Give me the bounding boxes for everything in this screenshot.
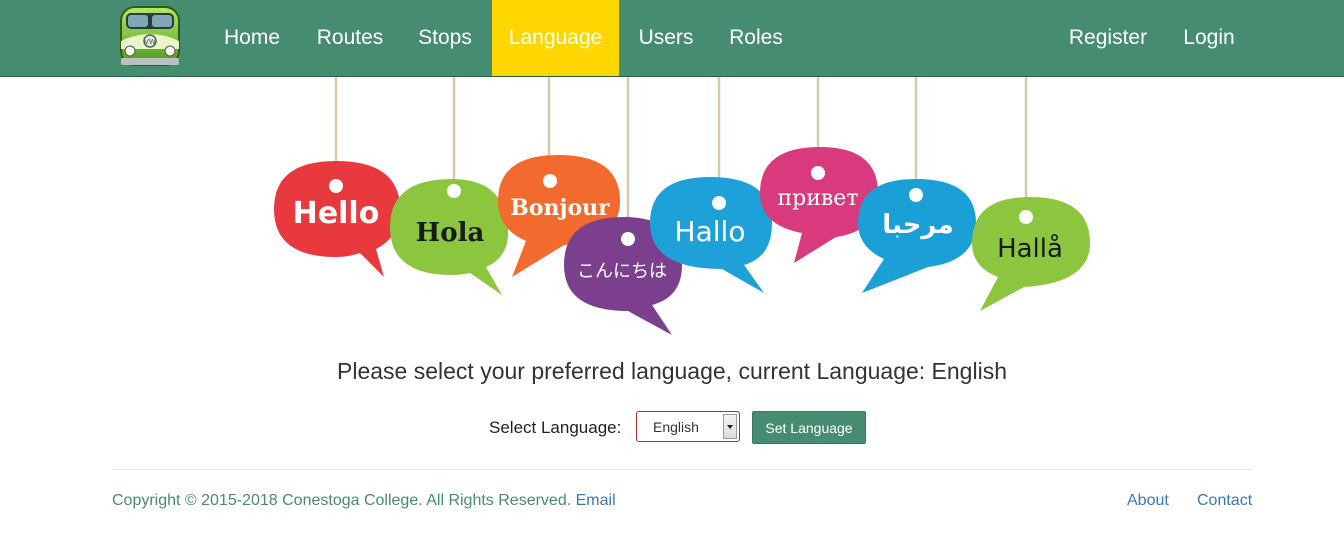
vw-bus-logo-icon[interactable]: VW	[116, 3, 184, 71]
about-link[interactable]: About	[1127, 492, 1169, 510]
footer-copyright: Copyright © 2015-2018 Conestoga College.…	[112, 492, 616, 510]
bubble-hola: Hola	[390, 179, 509, 295]
navbar: VW Home Routes Stops Language Users Role…	[0, 0, 1344, 77]
nav-home[interactable]: Home	[208, 0, 296, 76]
svg-text:مرحبا: مرحبا	[882, 210, 953, 240]
nav-login[interactable]: Login	[1168, 0, 1250, 76]
language-select[interactable]: English	[636, 411, 740, 442]
nav-roles[interactable]: Roles	[714, 0, 798, 76]
copyright-text: Copyright © 2015-2018 Conestoga College.…	[112, 492, 576, 509]
language-select-value: English	[653, 419, 699, 435]
bubble-hello: Hello	[274, 161, 400, 277]
nav-language[interactable]: Language	[492, 0, 619, 76]
bubble-privet: привет	[760, 147, 878, 263]
bubble-marhaba: مرحبا	[858, 179, 976, 293]
bubble-halla: Hallå	[972, 197, 1090, 311]
language-banner-image: Hello Hola Bonjour こんにちは Hallo привет مر…	[274, 77, 1090, 335]
nav-users[interactable]: Users	[624, 0, 708, 76]
svg-text:Hallo: Hallo	[675, 215, 746, 248]
email-link[interactable]: Email	[576, 492, 616, 509]
select-language-label: Select Language:	[489, 418, 622, 437]
footer-divider	[112, 469, 1252, 470]
svg-text:Hola: Hola	[416, 218, 485, 248]
svg-text:Bonjour: Bonjour	[510, 195, 610, 221]
svg-text:Hallå: Hallå	[997, 233, 1063, 264]
dropdown-arrow-icon[interactable]	[723, 414, 737, 439]
svg-text:привет: привет	[778, 186, 859, 211]
svg-text:VW: VW	[144, 38, 156, 46]
contact-link[interactable]: Contact	[1197, 492, 1252, 510]
language-prompt: Please select your preferred language, c…	[337, 358, 1007, 384]
svg-text:こんにちは: こんにちは	[577, 261, 667, 282]
nav-register[interactable]: Register	[1054, 0, 1162, 76]
nav-routes[interactable]: Routes	[302, 0, 398, 76]
set-language-button[interactable]: Set Language	[752, 411, 866, 444]
nav-stops[interactable]: Stops	[404, 0, 486, 76]
svg-text:Hello: Hello	[293, 196, 380, 231]
